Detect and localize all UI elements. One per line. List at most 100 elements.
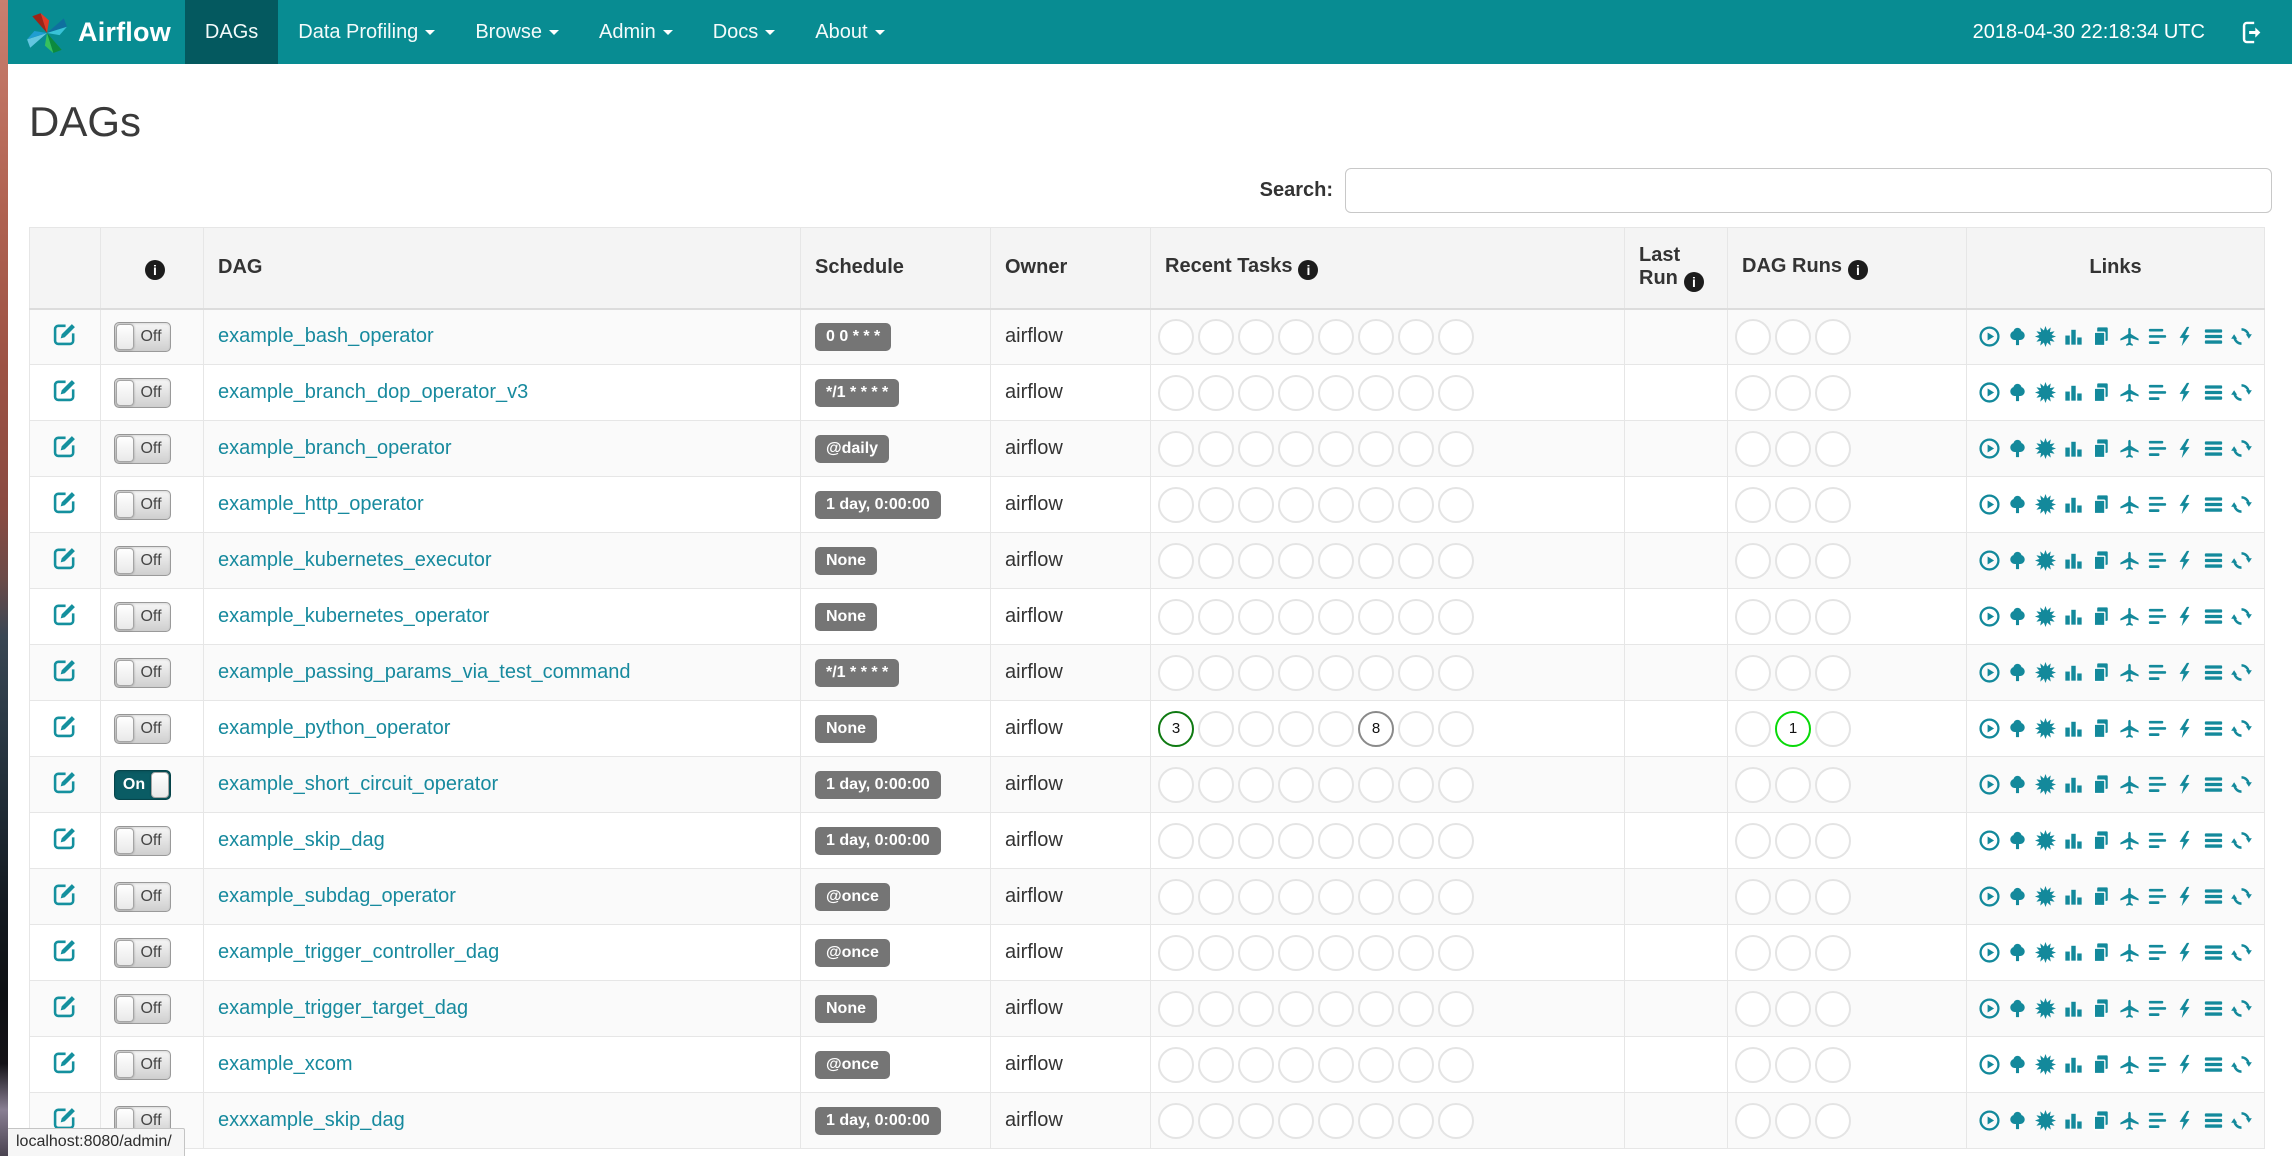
dag-details-icon[interactable] [2202, 605, 2225, 628]
edit-dag-icon[interactable] [51, 880, 79, 908]
dag-pause-toggle[interactable]: Off [114, 489, 171, 520]
gantt-icon[interactable] [2146, 661, 2169, 684]
nav-item-browse[interactable]: Browse [455, 0, 579, 64]
graph-view-icon[interactable] [2034, 605, 2057, 628]
code-view-icon[interactable] [2174, 997, 2197, 1020]
dag-name-link[interactable]: example_passing_params_via_test_command [218, 661, 630, 683]
trigger-dag-icon[interactable] [1978, 885, 2001, 908]
refresh-icon[interactable] [2230, 1053, 2253, 1076]
graph-view-icon[interactable] [2034, 885, 2057, 908]
task-duration-icon[interactable] [2062, 773, 2085, 796]
trigger-dag-icon[interactable] [1978, 661, 2001, 684]
task-tries-icon[interactable] [2090, 1053, 2113, 1076]
dag-details-icon[interactable] [2202, 773, 2225, 796]
tree-view-icon[interactable] [2006, 773, 2029, 796]
tree-view-icon[interactable] [2006, 325, 2029, 348]
dag-name-link[interactable]: example_xcom [218, 1053, 353, 1075]
dag-details-icon[interactable] [2202, 885, 2225, 908]
refresh-icon[interactable] [2230, 549, 2253, 572]
edit-dag-icon[interactable] [51, 768, 79, 796]
task-tries-icon[interactable] [2090, 661, 2113, 684]
task-state-circle-queued[interactable]: 8 [1358, 710, 1394, 747]
dag-pause-toggle[interactable]: Off [114, 993, 171, 1024]
code-view-icon[interactable] [2174, 1053, 2197, 1076]
refresh-icon[interactable] [2230, 493, 2253, 516]
dag-name-link[interactable]: example_subdag_operator [218, 885, 456, 907]
dag-name-link[interactable]: example_kubernetes_executor [218, 549, 492, 571]
code-view-icon[interactable] [2174, 381, 2197, 404]
task-tries-icon[interactable] [2090, 549, 2113, 572]
nav-item-about[interactable]: About [795, 0, 904, 64]
trigger-dag-icon[interactable] [1978, 381, 2001, 404]
trigger-dag-icon[interactable] [1978, 773, 2001, 796]
refresh-icon[interactable] [2230, 773, 2253, 796]
refresh-icon[interactable] [2230, 941, 2253, 964]
dag-name-link[interactable]: example_kubernetes_operator [218, 605, 489, 627]
col-owner-header[interactable]: Owner [990, 227, 1151, 310]
graph-view-icon[interactable] [2034, 997, 2057, 1020]
trigger-dag-icon[interactable] [1978, 1109, 2001, 1132]
graph-view-icon[interactable] [2034, 381, 2057, 404]
tree-view-icon[interactable] [2006, 829, 2029, 852]
refresh-icon[interactable] [2230, 605, 2253, 628]
code-view-icon[interactable] [2174, 773, 2197, 796]
gantt-icon[interactable] [2146, 829, 2169, 852]
edit-dag-icon[interactable] [51, 320, 79, 348]
edit-dag-icon[interactable] [51, 936, 79, 964]
dag-pause-toggle[interactable]: Off [114, 937, 171, 968]
tree-view-icon[interactable] [2006, 493, 2029, 516]
edit-dag-icon[interactable] [51, 712, 79, 740]
nav-item-dags[interactable]: DAGs [184, 0, 279, 64]
landing-times-icon[interactable] [2118, 997, 2141, 1020]
tree-view-icon[interactable] [2006, 605, 2029, 628]
tree-view-icon[interactable] [2006, 549, 2029, 572]
code-view-icon[interactable] [2174, 717, 2197, 740]
dag-pause-toggle[interactable]: Off [114, 1049, 171, 1080]
trigger-dag-icon[interactable] [1978, 325, 2001, 348]
tree-view-icon[interactable] [2006, 885, 2029, 908]
gantt-icon[interactable] [2146, 325, 2169, 348]
graph-view-icon[interactable] [2034, 941, 2057, 964]
task-duration-icon[interactable] [2062, 605, 2085, 628]
dag-details-icon[interactable] [2202, 997, 2225, 1020]
refresh-icon[interactable] [2230, 997, 2253, 1020]
nav-item-data-profiling[interactable]: Data Profiling [278, 0, 455, 64]
task-duration-icon[interactable] [2062, 1109, 2085, 1132]
dag-details-icon[interactable] [2202, 325, 2225, 348]
code-view-icon[interactable] [2174, 941, 2197, 964]
tree-view-icon[interactable] [2006, 997, 2029, 1020]
task-tries-icon[interactable] [2090, 437, 2113, 460]
search-input[interactable] [1345, 168, 2272, 213]
code-view-icon[interactable] [2174, 437, 2197, 460]
dag-pause-toggle[interactable]: Off [114, 657, 171, 688]
dag-pause-toggle[interactable]: Off [114, 545, 171, 576]
task-tries-icon[interactable] [2090, 1109, 2113, 1132]
task-tries-icon[interactable] [2090, 493, 2113, 516]
dag-name-link[interactable]: example_trigger_target_dag [218, 997, 468, 1019]
graph-view-icon[interactable] [2034, 493, 2057, 516]
refresh-icon[interactable] [2230, 325, 2253, 348]
nav-item-admin[interactable]: Admin [579, 0, 693, 64]
dag-name-link[interactable]: example_skip_dag [218, 829, 385, 851]
col-recent-tasks-header[interactable]: Recent Tasks i [1150, 227, 1625, 310]
task-duration-icon[interactable] [2062, 493, 2085, 516]
nav-item-docs[interactable]: Docs [693, 0, 796, 64]
gantt-icon[interactable] [2146, 437, 2169, 460]
refresh-icon[interactable] [2230, 437, 2253, 460]
trigger-dag-icon[interactable] [1978, 1053, 2001, 1076]
dag-name-link[interactable]: example_branch_operator [218, 437, 452, 459]
gantt-icon[interactable] [2146, 493, 2169, 516]
code-view-icon[interactable] [2174, 661, 2197, 684]
graph-view-icon[interactable] [2034, 829, 2057, 852]
gantt-icon[interactable] [2146, 717, 2169, 740]
dag-details-icon[interactable] [2202, 381, 2225, 404]
task-tries-icon[interactable] [2090, 605, 2113, 628]
dag-name-link[interactable]: example_branch_dop_operator_v3 [218, 381, 528, 403]
edit-dag-icon[interactable] [51, 376, 79, 404]
landing-times-icon[interactable] [2118, 493, 2141, 516]
task-state-circle-success[interactable]: 3 [1158, 710, 1194, 747]
edit-dag-icon[interactable] [51, 656, 79, 684]
graph-view-icon[interactable] [2034, 773, 2057, 796]
task-state-circle-running[interactable]: 1 [1775, 710, 1811, 747]
code-view-icon[interactable] [2174, 493, 2197, 516]
